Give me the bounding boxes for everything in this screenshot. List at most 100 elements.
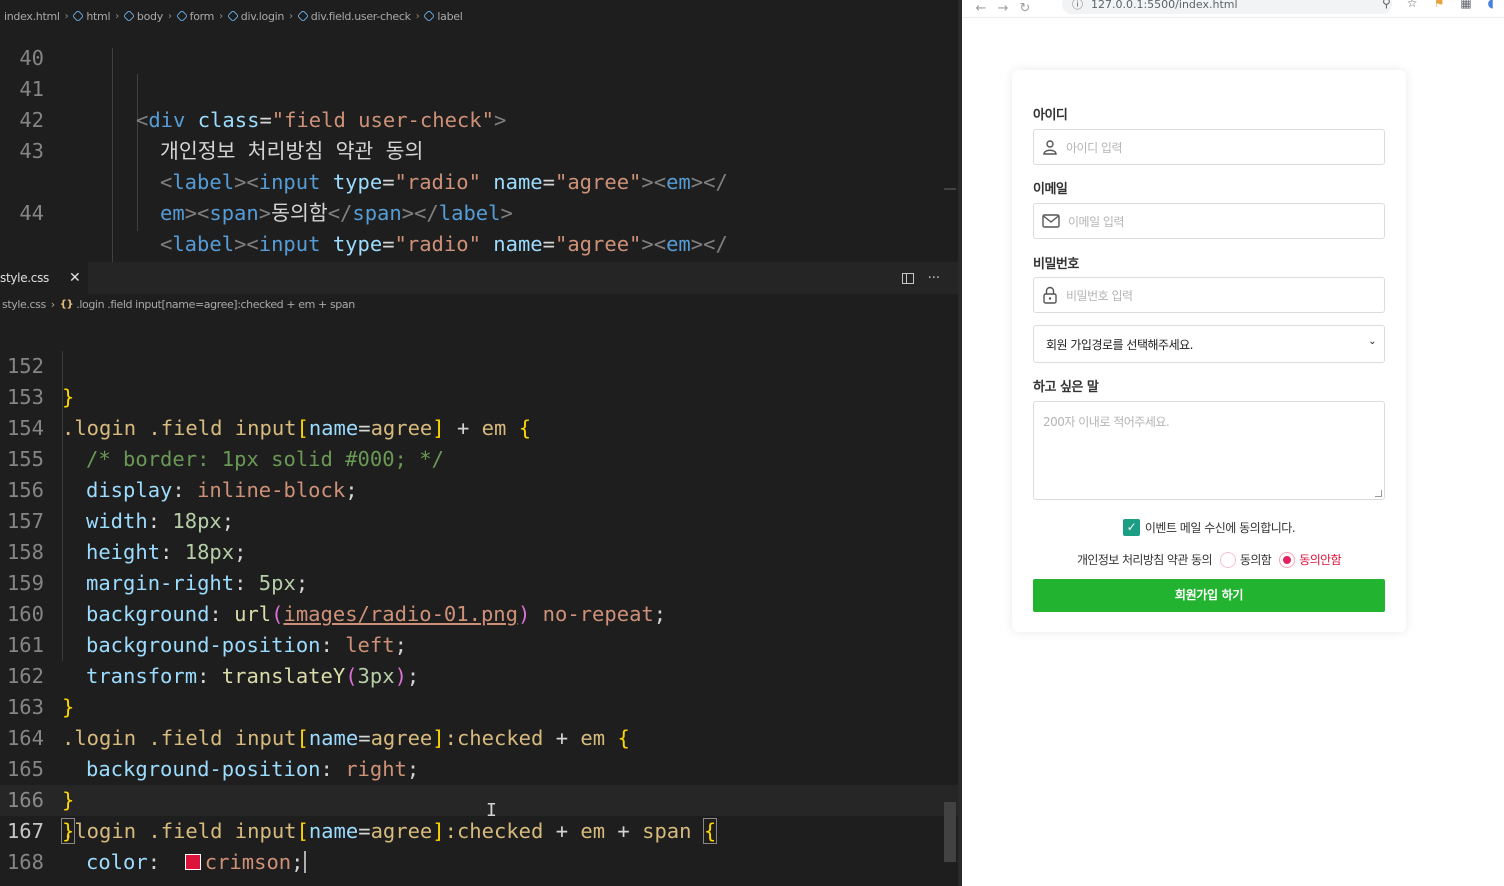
email-placeholder: 이메일 입력 (1068, 214, 1125, 229)
id-input[interactable]: 아이디 입력 (1033, 129, 1385, 165)
tab-label: style.css (0, 271, 49, 285)
address-bar[interactable]: ⓘ 127.0.0.1:5500/index.html (1062, 0, 1392, 14)
event-mail-checkbox[interactable]: ✓ (1122, 519, 1140, 536)
code-line: 163 .login .field input[name=agree]:chec… (0, 661, 958, 750)
id-label: 아이디 (1033, 108, 1068, 123)
code-line: em><span>동의안함</span></label> (0, 198, 958, 229)
id-placeholder: 아이디 입력 (1066, 140, 1123, 155)
agree-label[interactable]: 동의함 (1240, 551, 1272, 568)
mouse-ibeam-icon: I (486, 800, 497, 821)
code-line: 40 (0, 28, 958, 70)
breadcrumb-item-label[interactable]: label (423, 9, 463, 23)
url-text: 127.0.0.1:5500/index.html (1091, 0, 1238, 11)
password-placeholder: 비밀번호 입력 (1066, 288, 1133, 303)
chevron-right-icon: › (219, 10, 223, 22)
zoom-icon[interactable]: ⚲ (1382, 0, 1391, 10)
element-icon (296, 9, 309, 23)
password-input[interactable]: 비밀번호 입력 (1033, 277, 1385, 313)
disagree-label[interactable]: 동의안함 (1299, 551, 1341, 568)
disagree-radio[interactable] (1279, 551, 1296, 568)
color-swatch-icon[interactable] (184, 854, 201, 870)
code-editor[interactable]: index.html › html › body › form › div.lo… (0, 0, 958, 886)
code-line: 168 } (0, 816, 958, 874)
event-mail-consent: ✓ 이벤트 메일 수신에 동의합니다. (1012, 519, 1406, 536)
breadcrumb-item-file[interactable]: index.html (4, 10, 60, 23)
email-label: 이메일 (1033, 182, 1068, 197)
code-line: 45 </div> (0, 229, 958, 260)
code-line: 159 background: url(images/radio-01.png)… (0, 537, 958, 626)
email-input[interactable]: 이메일 입력 (1033, 203, 1385, 239)
extension-icon[interactable]: ⚑ (1434, 0, 1445, 10)
element-icon (175, 9, 188, 23)
element-icon (122, 9, 135, 23)
element-icon (226, 9, 239, 23)
scrollbar-thumb[interactable] (944, 802, 956, 862)
code-line: 153 .login .field input[name=agree] + em… (0, 351, 958, 440)
signup-source-select[interactable]: 회원 가입경로를 선택해주세요. ⌄ (1033, 325, 1385, 363)
code-line: 43 <label><input type="radio" name="agre… (0, 105, 958, 194)
chevron-right-icon: › (50, 297, 55, 311)
signup-form-card: 아이디 아이디 입력 이메일 이메일 입력 비밀번호 비밀번호 입력 회원 가입… (1012, 70, 1406, 632)
browser-preview: ← → ↻ ⓘ 127.0.0.1:5500/index.html ⚲ ☆ ⚑ … (962, 0, 1504, 886)
lock-icon (1043, 286, 1057, 304)
event-mail-label[interactable]: 이벤트 메일 수신에 동의합니다. (1145, 519, 1296, 536)
back-arrow-icon[interactable]: ← (970, 2, 992, 15)
code-line: 154 /* border: 1px solid #000; */ (0, 382, 958, 471)
code-line: 155 display: inline-block; (0, 413, 958, 502)
code-line: 160 background-position: left; (0, 568, 958, 657)
breadcrumb-item-selector[interactable]: .login .field input[name=agree]:checked … (76, 298, 355, 311)
agree-radio[interactable] (1219, 551, 1236, 568)
star-icon[interactable]: ☆ (1407, 0, 1418, 10)
code-line: 164 background-position: right; (0, 692, 958, 781)
forward-arrow-icon[interactable]: → (992, 2, 1014, 15)
chevron-right-icon: › (115, 10, 119, 22)
code-line: 158 margin-right: 5px; (0, 506, 958, 595)
privacy-consent-row: 개인정보 처리방침 약관 동의 동의함 동의안함 (1012, 551, 1406, 568)
html-code-pane[interactable]: 40 41 <div class="field user-check"> 42 … (0, 28, 958, 262)
code-line: 42 개인정보 처리방침 약관 동의 (0, 74, 958, 163)
element-icon (72, 9, 85, 23)
code-line-current: 167 color: crimson; (0, 785, 958, 874)
line-number: 168 (6, 850, 44, 874)
editor-tabbar: style.css ✕ ··· (0, 262, 958, 294)
breadcrumb-item-div-login[interactable]: div.login (226, 9, 284, 23)
message-textarea[interactable]: 200자 이내로 적어주세요. (1033, 401, 1385, 500)
code-line: 165 } (0, 723, 958, 812)
split-editor-icon[interactable] (901, 272, 914, 284)
code-line: 162 } (0, 630, 958, 719)
user-icon (1043, 140, 1057, 155)
chevron-down-icon: ⌄ (1368, 336, 1376, 347)
breadcrumb-item-html[interactable]: html (72, 9, 111, 23)
element-icon (423, 9, 436, 23)
code-line: 41 <div class="field user-check"> (0, 43, 958, 132)
close-icon[interactable]: ✕ (69, 270, 81, 286)
chevron-right-icon: › (64, 10, 69, 22)
tab-style-css[interactable]: style.css ✕ (0, 262, 89, 294)
code-line: 152 } (0, 320, 958, 409)
code-text: } (60, 818, 76, 844)
breadcrumb-item-body[interactable]: body (122, 9, 163, 23)
text-cursor (303, 851, 306, 873)
css-code-pane[interactable]: 152 } 153 .login .field input[name=agree… (0, 320, 958, 886)
browser-toolbar: ← → ↻ ⓘ 127.0.0.1:5500/index.html ⚲ ☆ ⚑ … (962, 0, 1504, 18)
chevron-right-icon: › (289, 10, 293, 22)
code-line: em><span>동의함</span></label> (160, 201, 513, 225)
reload-icon[interactable]: ↻ (1014, 2, 1036, 15)
breadcrumb-item-form[interactable]: form (175, 9, 214, 23)
selector-icon: {} (59, 298, 74, 310)
message-label: 하고 싶은 말 (1033, 380, 1099, 395)
signup-submit-button[interactable]: 회원가입 하기 (1033, 579, 1385, 612)
info-icon[interactable]: ⓘ (1072, 0, 1083, 12)
chevron-right-icon: › (167, 10, 172, 22)
extension-grid-icon[interactable]: ▦ (1460, 0, 1471, 10)
code-line: 156 width: 18px; (0, 444, 958, 533)
code-line: 166 .login .field input[name=agree]:chec… (0, 754, 958, 844)
breadcrumb-item-file[interactable]: style.css (2, 298, 46, 311)
css-breadcrumb: style.css › {} .login .field input[name=… (0, 294, 355, 314)
more-actions-icon[interactable]: ··· (928, 271, 940, 286)
mail-icon (1042, 214, 1060, 228)
breadcrumb-item-div-field[interactable]: div.field.user-check (296, 9, 411, 23)
profile-icon[interactable]: ◖ (1488, 0, 1494, 10)
resize-handle-icon[interactable] (1375, 490, 1382, 497)
scrollbar-marker (944, 188, 956, 190)
